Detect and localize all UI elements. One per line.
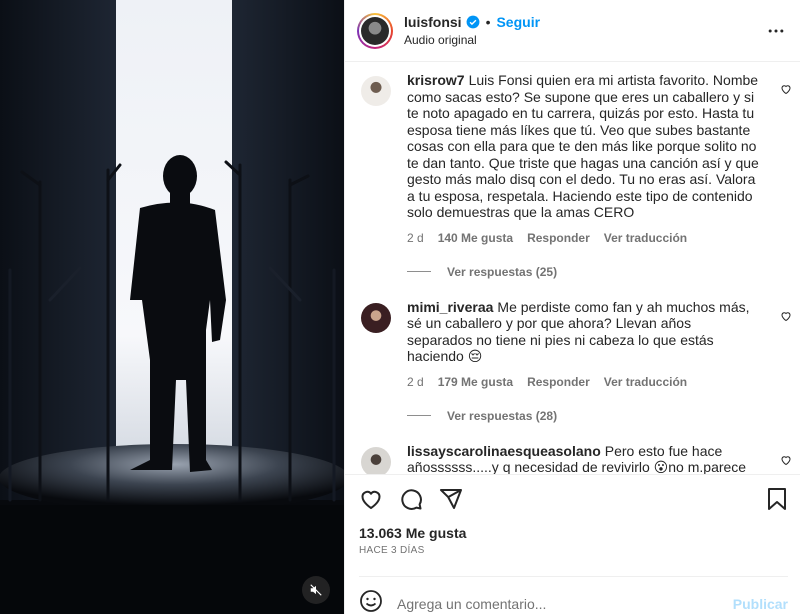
post-date: HACE 3 DÍAS: [359, 545, 425, 556]
comment-item: lissayscarolinaesqueasolano Pero esto fue…: [345, 439, 800, 474]
translate-button[interactable]: Ver traducción: [604, 231, 687, 245]
comment-composer: Publicar: [359, 576, 788, 614]
translate-button[interactable]: Ver traducción: [604, 375, 687, 389]
reply-button[interactable]: Responder: [527, 375, 590, 389]
commenter-avatar[interactable]: [361, 446, 391, 474]
post-side-panel: luisfonsi • Seguir Audio original krisro…: [344, 0, 800, 614]
speech-bubble-icon: [401, 489, 422, 510]
comments-list[interactable]: krisrow7 Luis Fonsi quien era mi artista …: [345, 62, 800, 474]
audio-label[interactable]: Audio original: [404, 33, 766, 47]
follow-button[interactable]: Seguir: [496, 14, 540, 30]
post-actions: 13.063 Me gusta HACE 3 DÍAS Publicar: [345, 474, 800, 614]
heart-outline-icon: [781, 85, 791, 95]
post-viewer: luisfonsi • Seguir Audio original krisro…: [0, 0, 800, 614]
heart-outline-icon: [781, 455, 791, 465]
stage-silhouette-image: [0, 0, 344, 614]
smiley-icon: [360, 590, 382, 612]
comment-likes[interactable]: 179 Me gusta: [438, 375, 513, 389]
author-avatar[interactable]: [357, 12, 393, 49]
more-options-button[interactable]: [766, 21, 786, 41]
commenter-avatar[interactable]: [361, 302, 391, 333]
share-button[interactable]: [439, 487, 463, 511]
commenter-username[interactable]: lissayscarolinaesqueasolano: [407, 443, 601, 459]
separator-dot: •: [485, 14, 491, 30]
reply-button[interactable]: Responder: [527, 231, 590, 245]
paper-plane-icon: [440, 489, 462, 509]
view-replies-button[interactable]: Ver respuestas (25): [407, 265, 800, 279]
speaker-muted-icon: [310, 584, 322, 596]
emoji-button[interactable]: [359, 589, 383, 614]
verified-badge-icon: [466, 15, 480, 29]
comment-text: Luis Fonsi quien era mi artista favorito…: [407, 72, 759, 220]
mute-button[interactable]: [302, 576, 330, 604]
comment-like-button[interactable]: [780, 309, 792, 327]
heart-icon: [361, 490, 381, 510]
comment-like-button[interactable]: [780, 453, 792, 471]
comment-likes[interactable]: 140 Me gusta: [438, 231, 513, 245]
post-video[interactable]: [0, 0, 344, 614]
commenter-username[interactable]: krisrow7: [407, 72, 465, 88]
commenter-username[interactable]: mimi_riveraa: [407, 299, 493, 315]
more-horizontal-icon: [768, 29, 784, 32]
heart-outline-icon: [781, 311, 791, 321]
comment-button[interactable]: [399, 487, 423, 511]
comment-item: mimi_riveraa Me perdiste como fan y ah mu…: [345, 295, 800, 389]
bookmark-icon: [768, 488, 786, 510]
publish-button[interactable]: Publicar: [733, 596, 788, 612]
comment-like-button[interactable]: [780, 82, 792, 100]
comment-item: krisrow7 Luis Fonsi quien era mi artista …: [345, 68, 800, 245]
like-button[interactable]: [359, 487, 383, 511]
save-button[interactable]: [766, 487, 788, 511]
comment-time: 2 d: [407, 230, 424, 245]
view-replies-button[interactable]: Ver respuestas (28): [407, 409, 800, 423]
commenter-avatar[interactable]: [361, 76, 391, 106]
comment-time: 2 d: [407, 374, 424, 389]
post-header: luisfonsi • Seguir Audio original: [345, 0, 800, 62]
post-likes-count[interactable]: 13.063 Me gusta: [359, 525, 788, 541]
comment-input[interactable]: [397, 595, 733, 612]
author-username[interactable]: luisfonsi: [404, 14, 462, 30]
